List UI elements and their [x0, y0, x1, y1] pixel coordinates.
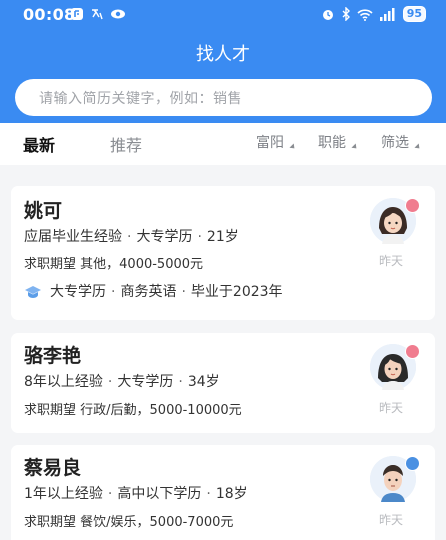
filter-more-label: 筛选	[381, 135, 409, 151]
edu-graduation: 毕业于2023年	[190, 284, 283, 300]
edu-major: 商务英语	[120, 284, 177, 300]
expect-value: 其他，4000-5000元	[80, 257, 204, 272]
battery-indicator: 95	[402, 6, 426, 22]
candidate-card[interactable]: 骆李艳 8年以上经验 · 大专学历 · 34岁 求职期望 行政/后勤，5000-1000…	[11, 333, 435, 433]
update-time: 昨天	[378, 254, 403, 268]
expect-label: 求职期望	[24, 515, 77, 530]
age: 34岁	[187, 374, 220, 390]
education: 大专学历	[136, 229, 193, 245]
status-right-icons: 95	[321, 6, 426, 22]
candidate-name: 蔡易良	[24, 457, 82, 479]
status-left-icons	[70, 7, 126, 21]
education: 大专学历	[117, 374, 174, 390]
avatar	[370, 344, 420, 390]
candidate-name: 姚可	[24, 200, 63, 222]
candidate-summary: 1年以上经验 · 高中以下学历 · 18岁	[24, 486, 248, 502]
candidate-card[interactable]: 蔡易良 1年以上经验 · 高中以下学历 · 18岁 求职期望 餐饮/娱乐，5000-70…	[11, 445, 435, 540]
male-badge-icon	[405, 456, 420, 471]
page-title: 找人才	[196, 44, 250, 65]
education: 高中以下学历	[117, 486, 202, 502]
filter-function[interactable]: 职能	[318, 132, 359, 152]
education-detail: 大专学历 · 商务英语 · 毕业于2023年	[24, 281, 283, 301]
filter-function-label: 职能	[318, 135, 346, 151]
search-placeholder: 请输入简历关键字，例如：销售	[39, 91, 242, 107]
graduation-cap-icon	[25, 286, 41, 298]
female-badge-icon	[405, 198, 420, 213]
candidate-name: 骆李艳	[24, 345, 82, 367]
eye-icon	[111, 9, 125, 19]
expect-value: 餐饮/娱乐，5000-7000元	[80, 515, 234, 530]
age: 18岁	[215, 486, 248, 502]
expect-label: 求职期望	[24, 257, 77, 272]
translate-icon	[92, 9, 103, 20]
candidate-summary: 8年以上经验 · 大专学历 · 34岁	[24, 374, 220, 390]
candidate-summary: 应届毕业生经验 · 大专学历 · 21岁	[24, 229, 239, 245]
app-header: 00:08 95 找人才 请输入简历关键字，例如：销售	[0, 0, 446, 123]
wifi-icon	[357, 8, 373, 21]
job-expectation: 求职期望 餐饮/娱乐，5000-7000元	[24, 511, 233, 530]
filter-more[interactable]: 筛选	[381, 132, 422, 152]
app-notification-icon	[71, 8, 83, 20]
experience: 应届毕业生经验	[24, 229, 122, 245]
experience: 1年以上经验	[24, 486, 103, 502]
job-expectation: 求职期望 其他，4000-5000元	[24, 253, 203, 272]
tab-recommended[interactable]: 推荐	[110, 132, 142, 156]
experience: 8年以上经验	[24, 374, 103, 390]
avatar	[370, 198, 420, 244]
dropdown-arrow-icon	[289, 143, 297, 151]
edu-level: 大专学历	[50, 284, 106, 300]
search-input[interactable]: 请输入简历关键字，例如：销售	[15, 79, 432, 116]
candidate-card[interactable]: 姚可 应届毕业生经验 · 大专学历 · 21岁 求职期望 其他，4000-5000元 大…	[11, 186, 435, 320]
status-bar: 00:08 95	[0, 0, 446, 30]
avatar	[370, 456, 420, 502]
dropdown-arrow-icon	[414, 143, 422, 151]
signal-icon	[379, 7, 395, 21]
expect-label: 求职期望	[24, 403, 77, 418]
bluetooth-icon	[342, 7, 350, 21]
filter-location[interactable]: 富阳	[256, 132, 297, 152]
filter-location-label: 富阳	[256, 135, 284, 151]
alarm-icon	[322, 10, 333, 20]
dropdown-arrow-icon	[351, 143, 359, 151]
expect-value: 行政/后勤，5000-10000元	[80, 403, 242, 418]
tab-latest[interactable]: 最新	[23, 132, 55, 156]
age: 21岁	[206, 229, 239, 245]
tab-bar: 最新 推荐 富阳 职能 筛选	[0, 123, 446, 165]
update-time: 昨天	[378, 513, 403, 527]
job-expectation: 求职期望 行政/后勤，5000-10000元	[24, 399, 242, 418]
update-time: 昨天	[378, 401, 403, 415]
female-badge-icon	[405, 344, 420, 359]
status-time: 00:08	[23, 5, 76, 24]
